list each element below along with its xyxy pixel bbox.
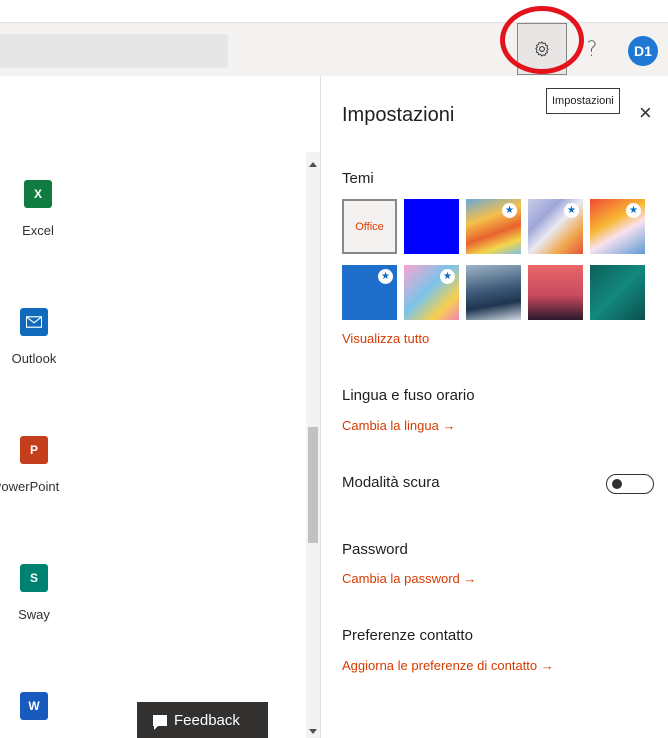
- powerpoint-icon: P: [20, 436, 48, 464]
- speech-bubble-icon: [153, 714, 167, 730]
- theme-coast[interactable]: [466, 265, 521, 320]
- star-icon: ★: [378, 269, 393, 284]
- excel-icon: X: [24, 180, 52, 208]
- password-title: Password: [342, 541, 408, 558]
- theme-waves[interactable]: ★: [466, 199, 521, 254]
- toggle-knob: [612, 479, 622, 489]
- theme-sunset-palms[interactable]: [528, 265, 583, 320]
- sway-icon-letter: S: [29, 571, 38, 585]
- settings-button[interactable]: [517, 23, 567, 75]
- update-contact-preferences-link[interactable]: Aggiorna le preferenze di contatto →: [342, 658, 554, 673]
- theme-blue[interactable]: [404, 199, 459, 254]
- outlook-icon: [20, 308, 48, 336]
- app-sway[interactable]: S Sway: [0, 564, 79, 622]
- theme-office-label: Office: [355, 220, 384, 233]
- app-launcher-list: X Excel Outlook P PowerPoint S Sway W: [0, 76, 310, 738]
- app-excel[interactable]: X Excel: [0, 180, 83, 238]
- feedback-button[interactable]: Feedback: [137, 702, 268, 738]
- word-icon: W: [20, 692, 48, 720]
- theme-circuit[interactable]: [590, 265, 645, 320]
- gear-icon: [535, 41, 549, 57]
- search-box[interactable]: [0, 34, 228, 68]
- theme-sketch-blue[interactable]: ★: [342, 265, 397, 320]
- app-powerpoint[interactable]: P PowerPoint: [0, 436, 79, 494]
- star-icon: ★: [440, 269, 455, 284]
- app-label: Outlook: [11, 351, 57, 366]
- top-bar: ? D1: [0, 22, 668, 76]
- themes-title: Temi: [342, 170, 374, 187]
- app-label: Excel: [22, 223, 54, 238]
- scroll-thumb[interactable]: [308, 427, 318, 543]
- app-label: PowerPoint: [0, 479, 60, 494]
- theme-office[interactable]: Office: [342, 199, 397, 254]
- theme-gallery: Office ★ ★ ★ ★ ★: [342, 199, 662, 329]
- close-icon[interactable]: ×: [639, 102, 652, 124]
- excel-icon-letter: X: [33, 187, 42, 201]
- word-icon-letter: W: [28, 699, 40, 713]
- scroll-down-arrow-icon[interactable]: [309, 729, 317, 734]
- scroll-up-arrow-icon[interactable]: [309, 162, 317, 167]
- app-word[interactable]: W: [0, 692, 79, 720]
- theme-ribbons[interactable]: ★: [528, 199, 583, 254]
- theme-illustration[interactable]: ★: [590, 199, 645, 254]
- dark-mode-toggle[interactable]: [606, 474, 654, 494]
- star-icon: ★: [502, 203, 517, 218]
- powerpoint-icon-letter: P: [29, 443, 38, 457]
- change-password-link[interactable]: Cambia la password →: [342, 571, 476, 586]
- help-button[interactable]: ?: [578, 33, 606, 65]
- settings-panel: Impostazioni × Temi Office ★ ★ ★ ★ ★ Vis…: [320, 76, 668, 738]
- change-language-link[interactable]: Cambia la lingua →: [342, 418, 455, 433]
- theme-palette[interactable]: ★: [404, 265, 459, 320]
- apps-scrollbar[interactable]: [306, 152, 320, 738]
- avatar[interactable]: D1: [628, 36, 658, 66]
- settings-tooltip: Impostazioni: [546, 88, 620, 114]
- view-all-themes-link[interactable]: Visualizza tutto: [342, 331, 429, 346]
- contact-preferences-title: Preferenze contatto: [342, 627, 473, 644]
- feedback-label: Feedback: [174, 711, 240, 729]
- dark-mode-title: Modalità scura: [342, 474, 440, 491]
- star-icon: ★: [626, 203, 641, 218]
- sway-icon: S: [20, 564, 48, 592]
- star-icon: ★: [564, 203, 579, 218]
- panel-title: Impostazioni: [342, 104, 455, 126]
- app-label: Sway: [18, 607, 50, 622]
- envelope-icon: [26, 316, 42, 328]
- app-outlook[interactable]: Outlook: [0, 308, 79, 366]
- language-title: Lingua e fuso orario: [342, 387, 475, 404]
